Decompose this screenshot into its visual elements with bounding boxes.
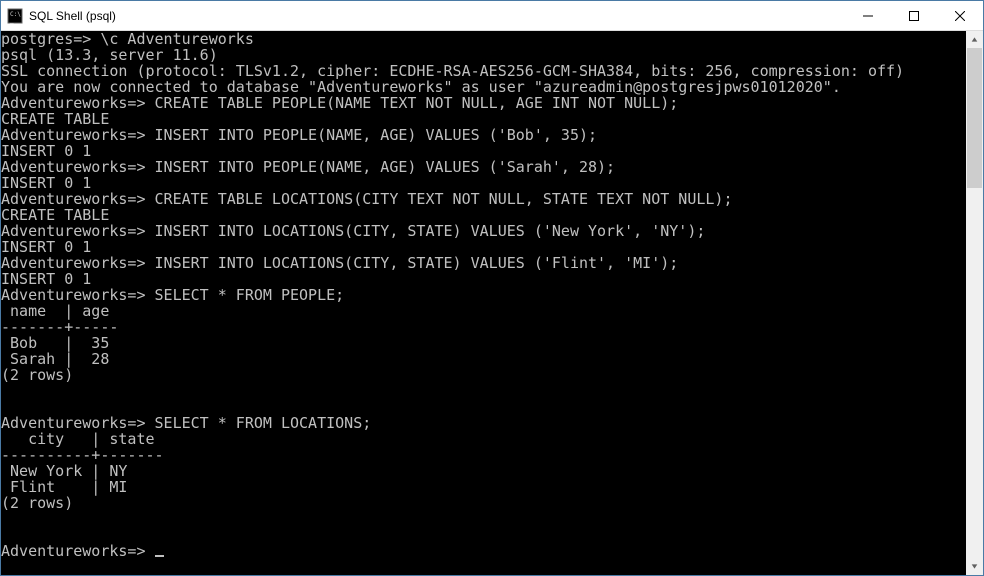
terminal-line: Adventureworks=> CREATE TABLE LOCATIONS(… xyxy=(1,190,733,208)
scroll-up-button[interactable] xyxy=(966,31,983,48)
app-icon: C:\ _ xyxy=(7,8,23,24)
scroll-thumb[interactable] xyxy=(967,48,982,188)
terminal-line: Adventureworks=> INSERT INTO PEOPLE(NAME… xyxy=(1,158,615,176)
maximize-button[interactable] xyxy=(891,1,937,30)
close-button[interactable] xyxy=(937,1,983,30)
scroll-down-button[interactable] xyxy=(966,558,983,575)
window-controls xyxy=(845,1,983,30)
client-area: postgres=> \c Adventureworks psql (13.3,… xyxy=(1,31,983,575)
terminal-line: Adventureworks=> INSERT INTO LOCATIONS(C… xyxy=(1,222,705,240)
terminal-line: (2 rows) xyxy=(1,366,73,384)
terminal-line: Adventureworks=> INSERT INTO LOCATIONS(C… xyxy=(1,254,678,272)
cursor xyxy=(155,555,164,557)
vertical-scrollbar[interactable] xyxy=(966,31,983,575)
titlebar[interactable]: C:\ _ SQL Shell (psql) xyxy=(1,1,983,31)
minimize-button[interactable] xyxy=(845,1,891,30)
window-title: SQL Shell (psql) xyxy=(29,9,845,23)
svg-text:_: _ xyxy=(10,17,14,24)
terminal-output[interactable]: postgres=> \c Adventureworks psql (13.3,… xyxy=(1,31,966,575)
terminal-line: Adventureworks=> xyxy=(1,542,155,560)
terminal-line: (2 rows) xyxy=(1,494,73,512)
